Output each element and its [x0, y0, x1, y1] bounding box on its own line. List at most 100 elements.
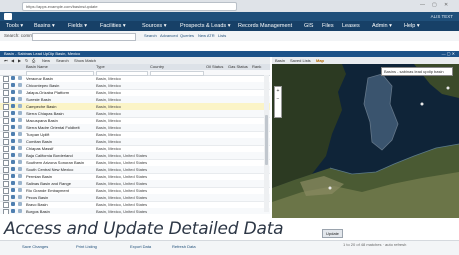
- tab-basin[interactable]: Basin: [275, 57, 285, 64]
- edit-icon[interactable]: [11, 209, 15, 213]
- edit-icon[interactable]: [11, 111, 15, 115]
- prev-page-icon[interactable]: ◀: [11, 58, 14, 63]
- menu-tools[interactable]: Tools ▾: [6, 21, 23, 31]
- menu-sources[interactable]: Sources ▾: [142, 21, 166, 31]
- search-button[interactable]: Search: [144, 33, 157, 39]
- view-icon[interactable]: [18, 174, 22, 178]
- search-toolbar-button[interactable]: Search: [56, 58, 69, 63]
- save-changes-button[interactable]: Save Changes: [22, 244, 48, 250]
- view-icon[interactable]: [18, 111, 22, 115]
- zoom-in-icon[interactable]: +: [275, 87, 281, 95]
- edit-icon[interactable]: [11, 125, 15, 129]
- menu-prospects-leads[interactable]: Prospects & Leads ▾: [180, 21, 230, 31]
- basin-grid: Basin Name Type Country Oil Status Gas S…: [0, 64, 270, 214]
- view-icon[interactable]: [18, 76, 22, 80]
- basin-name-cell: Bravo Basin: [26, 202, 48, 207]
- basin-name-cell: Southern Arizona Sonoran Basin: [26, 160, 85, 165]
- close-icon[interactable]: ✕: [444, 2, 448, 8]
- address-bar[interactable]: https://apps.example.com/basins/update: [22, 2, 237, 11]
- basin-name-cell: Sureste Basin: [26, 97, 51, 102]
- edit-icon[interactable]: [11, 90, 15, 94]
- view-icon[interactable]: [18, 90, 22, 94]
- table-row[interactable]: Burgos Basin Basin, Mexico, United States: [0, 208, 270, 214]
- user-label[interactable]: ALIS TEXT: [431, 13, 453, 20]
- print-icon[interactable]: ⎙: [32, 58, 35, 63]
- view-icon[interactable]: [18, 160, 22, 164]
- queries-button[interactable]: Queries: [180, 33, 194, 39]
- menu-gis[interactable]: GIS: [304, 21, 313, 31]
- edit-icon[interactable]: [11, 118, 15, 122]
- edit-icon[interactable]: [11, 97, 15, 101]
- basin-type-cell: Basin, Mexico, United States: [96, 174, 148, 179]
- edit-icon[interactable]: [11, 83, 15, 87]
- edit-icon[interactable]: [11, 188, 15, 192]
- menu-admin[interactable]: Admin ▾: [372, 21, 392, 31]
- window-controls[interactable]: [4, 4, 18, 17]
- refresh-data-button[interactable]: Refresh Data: [172, 244, 196, 250]
- edit-icon[interactable]: [11, 174, 15, 178]
- menu-fields[interactable]: Fields ▾: [68, 21, 87, 31]
- match-count: 1 to 20 of 48 matches · auto refresh: [343, 242, 407, 247]
- menu-records-management[interactable]: Records Management: [238, 21, 292, 31]
- tab-map[interactable]: Map: [316, 57, 324, 64]
- view-icon[interactable]: [18, 146, 22, 150]
- menu-facilities[interactable]: Facilities ▾: [100, 21, 126, 31]
- view-icon[interactable]: [18, 181, 22, 185]
- edit-icon[interactable]: [11, 76, 15, 80]
- basin-type-cell: Basin, Mexico, United States: [96, 153, 148, 158]
- menu-files[interactable]: Files: [322, 21, 334, 31]
- next-page-icon[interactable]: ▶: [18, 58, 21, 63]
- new-button[interactable]: New: [42, 58, 50, 63]
- search-input[interactable]: [32, 33, 136, 41]
- view-icon[interactable]: [18, 118, 22, 122]
- minimize-icon[interactable]: —: [420, 2, 425, 8]
- advanced-button[interactable]: Advanced: [160, 33, 178, 39]
- basin-name-cell: Pecos Basin: [26, 195, 49, 200]
- first-page-icon[interactable]: ⏮: [4, 58, 8, 63]
- new-atr-button[interactable]: New ATR: [198, 33, 215, 39]
- basin-name-cell: Rio Grande Embayment: [26, 188, 69, 193]
- view-icon[interactable]: [18, 167, 22, 171]
- app-logo: [4, 13, 12, 20]
- edit-icon[interactable]: [11, 160, 15, 164]
- edit-icon[interactable]: [11, 167, 15, 171]
- tab-saved-lists[interactable]: Saved Lists: [290, 57, 311, 64]
- edit-icon[interactable]: [11, 139, 15, 143]
- export-data-button[interactable]: Export Data: [130, 244, 151, 250]
- layer-select[interactable]: Basins - sabinas lead updip basin: [381, 67, 453, 76]
- row-checkbox[interactable]: [3, 209, 9, 214]
- scroll-thumb[interactable]: [265, 115, 268, 165]
- menu-help[interactable]: Help ▾: [404, 21, 420, 31]
- edit-icon[interactable]: [11, 202, 15, 206]
- zoom-out-icon[interactable]: −: [275, 95, 281, 103]
- refresh-icon[interactable]: ↻: [25, 58, 28, 63]
- map-canvas[interactable]: [272, 64, 459, 218]
- view-icon[interactable]: [18, 195, 22, 199]
- view-icon[interactable]: [18, 202, 22, 206]
- edit-icon[interactable]: [11, 153, 15, 157]
- view-icon[interactable]: [18, 83, 22, 87]
- edit-icon[interactable]: [11, 104, 15, 108]
- map-view[interactable]: Basins - sabinas lead updip basin + −: [272, 64, 459, 218]
- edit-icon[interactable]: [11, 181, 15, 185]
- edit-icon[interactable]: [11, 146, 15, 150]
- maximize-icon[interactable]: ▢: [432, 2, 437, 8]
- view-icon[interactable]: [18, 104, 22, 108]
- view-icon[interactable]: [18, 97, 22, 101]
- show-match-button[interactable]: Show Match: [74, 58, 96, 63]
- update-button[interactable]: Update: [322, 229, 343, 238]
- view-icon[interactable]: [18, 188, 22, 192]
- view-icon[interactable]: [18, 125, 22, 129]
- edit-icon[interactable]: [11, 132, 15, 136]
- view-icon[interactable]: [18, 153, 22, 157]
- grid-scrollbar[interactable]: [264, 75, 269, 212]
- menu-basins[interactable]: Basins ▾: [34, 21, 55, 31]
- lists-button[interactable]: Lists: [218, 33, 226, 39]
- edit-icon[interactable]: [11, 195, 15, 199]
- print-listing-button[interactable]: Print Listing: [76, 244, 97, 250]
- view-icon[interactable]: [18, 132, 22, 136]
- menu-leases[interactable]: Leases: [342, 21, 360, 31]
- view-icon[interactable]: [18, 209, 22, 213]
- basin-type-cell: Basin, Mexico: [96, 132, 121, 137]
- view-icon[interactable]: [18, 139, 22, 143]
